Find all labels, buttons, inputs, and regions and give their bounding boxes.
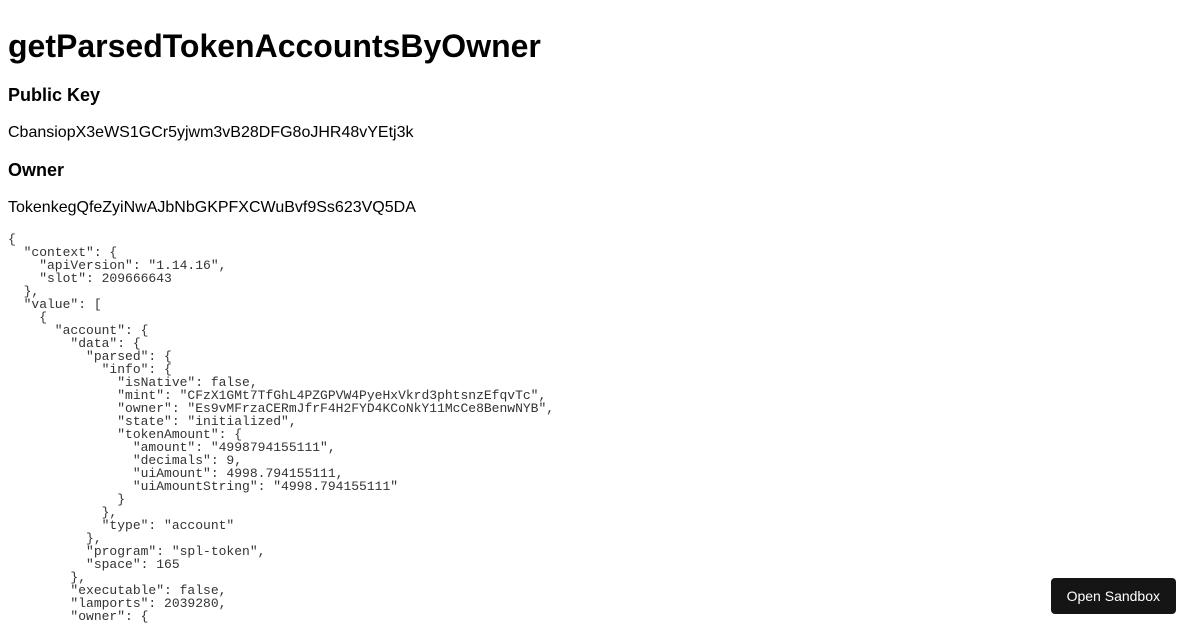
public-key-value: CbansiopX3eWS1GCr5yjwm3vB28DFG8oJHR48vYE… bbox=[8, 124, 1192, 142]
owner-value: TokenkegQfeZyiNwAJbNbGKPFXCWuBvf9Ss623VQ… bbox=[8, 199, 1192, 217]
public-key-label: Public Key bbox=[8, 85, 1192, 106]
open-sandbox-button[interactable]: Open Sandbox bbox=[1051, 578, 1176, 614]
owner-label: Owner bbox=[8, 160, 1192, 181]
json-output: { "context": { "apiVersion": "1.14.16", … bbox=[8, 233, 1192, 623]
page-title: getParsedTokenAccountsByOwner bbox=[8, 28, 1192, 65]
